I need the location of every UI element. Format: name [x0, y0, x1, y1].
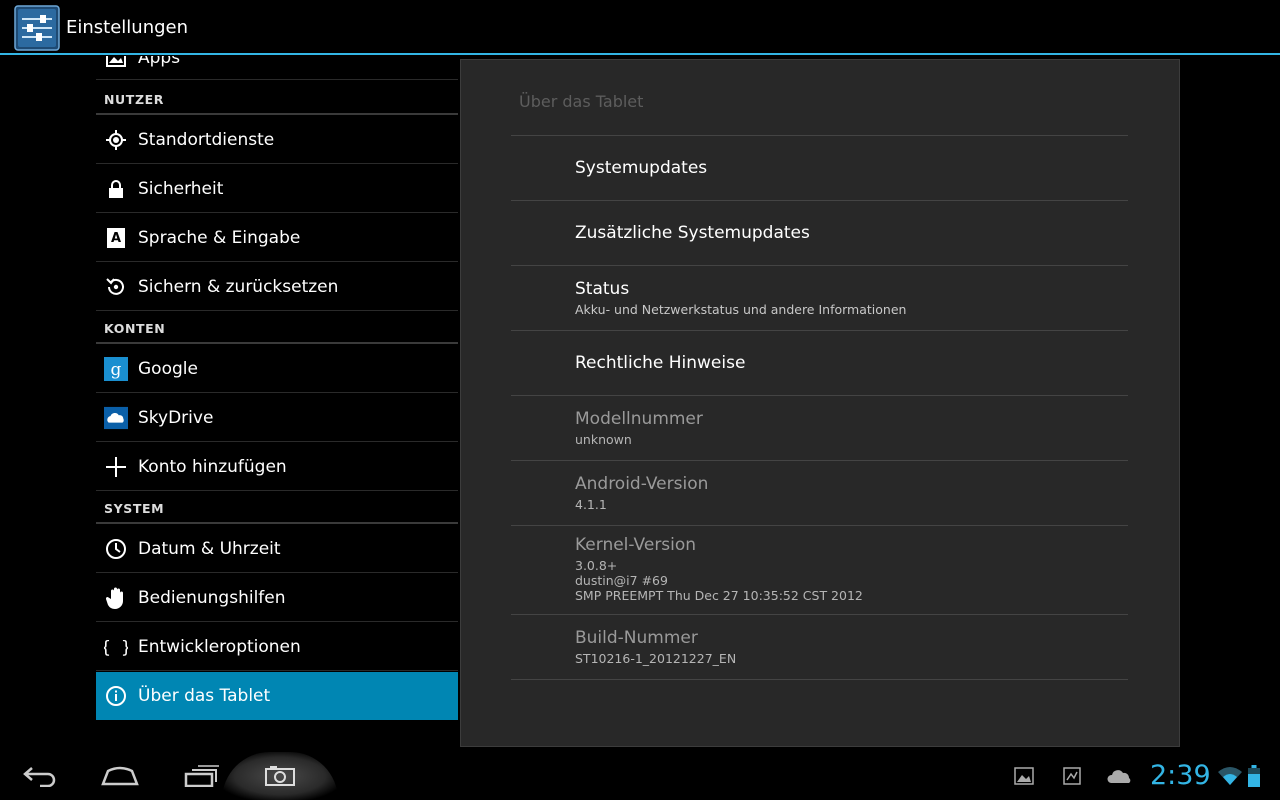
pref-summary-line: 3.0.8+	[575, 558, 618, 573]
pref-android-version: Android-Version 4.1.1	[575, 474, 708, 512]
cloud-notification-icon[interactable]	[1106, 752, 1134, 800]
sidebar-item-standortdienste[interactable]: Standortdienste	[96, 116, 458, 164]
sidebar-item-label: Bedienungshilfen	[138, 588, 286, 608]
breadcrumb: Über das Tablet	[519, 92, 644, 111]
google-icon: g	[104, 357, 128, 381]
pref-status[interactable]: Status Akku- und Netzwerkstatus und ande…	[575, 279, 906, 317]
sidebar-item-ueber-das-tablet[interactable]: Über das Tablet	[96, 672, 458, 720]
sidebar-item-konto-hinzufuegen[interactable]: Konto hinzufügen	[96, 443, 458, 491]
divider	[511, 679, 1128, 680]
divider	[511, 614, 1128, 615]
pref-title: Modellnummer	[575, 409, 703, 429]
about-tablet-panel: Über das Tablet Systemupdates Zusätzlich…	[460, 59, 1180, 747]
sidebar-item-label: Apps	[138, 56, 181, 68]
pref-title: Status	[575, 279, 630, 299]
pref-title: Build-Nummer	[575, 628, 698, 648]
divider	[511, 135, 1128, 136]
svg-text:A: A	[111, 231, 121, 246]
system-navigation-bar: 2:39	[0, 752, 1280, 800]
lock-icon	[104, 177, 128, 201]
language-icon: A	[104, 226, 128, 250]
pref-title: Android-Version	[575, 474, 709, 494]
pref-title: Kernel-Version	[575, 535, 697, 555]
back-icon[interactable]	[18, 752, 62, 800]
sidebar-item-entwickleroptionen[interactable]: { } Entwickleroptionen	[96, 623, 458, 671]
sidebar-item-label: Sicherheit	[138, 179, 224, 199]
section-header-konten: KONTEN	[104, 321, 166, 336]
section-header-nutzer: NUTZER	[104, 92, 164, 107]
sidebar-item-skydrive[interactable]: SkyDrive	[96, 394, 458, 442]
section-header-system: SYSTEM	[104, 501, 165, 516]
sidebar-item-sprache-eingabe[interactable]: A Sprache & Eingabe	[96, 214, 458, 262]
pref-title: Zusätzliche Systemupdates	[575, 223, 810, 243]
section-divider	[96, 522, 458, 524]
action-bar-divider	[0, 53, 1280, 55]
sidebar-item-apps[interactable]: Apps	[96, 56, 458, 80]
pref-zusaetzliche-systemupdates[interactable]: Zusätzliche Systemupdates	[575, 223, 810, 243]
sidebar-item-label: Konto hinzufügen	[138, 457, 287, 477]
pref-kernel-version: Kernel-Version 3.0.8+ dustin@i7 #69 SMP …	[575, 535, 863, 603]
sidebar-item-label: Datum & Uhrzeit	[138, 539, 281, 559]
divider	[511, 395, 1128, 396]
status-clock[interactable]: 2:39	[1150, 760, 1211, 791]
divider	[511, 330, 1128, 331]
pref-summary-line: SMP PREEMPT Thu Dec 27 10:35:52 CST 2012	[575, 588, 863, 603]
svg-text:g: g	[111, 360, 122, 380]
pref-title: Rechtliche Hinweise	[575, 353, 746, 373]
clock-icon	[104, 537, 128, 561]
sidebar-item-bedienungshilfen[interactable]: Bedienungshilfen	[96, 574, 458, 622]
divider	[511, 265, 1128, 266]
sidebar-item-label: Über das Tablet	[138, 686, 271, 706]
action-bar: Einstellungen	[0, 0, 1280, 56]
sidebar-item-label: Sichern & zurücksetzen	[138, 277, 339, 297]
pref-summary-line: dustin@i7 #69	[575, 573, 668, 588]
sidebar-item-label: Google	[138, 359, 198, 379]
info-icon	[104, 684, 128, 708]
settings-sliders-icon[interactable]	[14, 5, 60, 51]
section-divider	[96, 342, 458, 344]
skydrive-icon	[104, 406, 128, 430]
hand-icon	[104, 586, 128, 610]
gallery-notification-icon[interactable]	[1012, 752, 1036, 800]
backup-restore-icon	[104, 275, 128, 299]
camera-icon[interactable]	[258, 752, 302, 800]
pref-summary: 4.1.1	[575, 497, 607, 512]
pref-modellnummer: Modellnummer unknown	[575, 409, 703, 447]
pref-rechtliche-hinweise[interactable]: Rechtliche Hinweise	[575, 353, 745, 373]
plus-icon	[104, 455, 128, 479]
sidebar-item-label: SkyDrive	[138, 408, 214, 428]
divider	[511, 525, 1128, 526]
sidebar-item-sicherheit[interactable]: Sicherheit	[96, 165, 458, 213]
pref-summary: Akku- und Netzwerkstatus und andere Info…	[575, 302, 907, 317]
apps-icon	[104, 56, 128, 70]
recent-apps-icon[interactable]	[180, 752, 224, 800]
home-icon[interactable]	[98, 752, 142, 800]
sidebar-item-datum-uhrzeit[interactable]: Datum & Uhrzeit	[96, 525, 458, 573]
sidebar-item-google[interactable]: g Google	[96, 345, 458, 393]
sidebar-item-label: Entwickleroptionen	[138, 637, 301, 657]
pref-title: Systemupdates	[575, 158, 708, 178]
sidebar-item-label: Standortdienste	[138, 130, 275, 150]
app-title: Einstellungen	[66, 17, 189, 38]
battery-icon	[1246, 752, 1262, 800]
settings-headers-list[interactable]: Apps NUTZER Standortdienste Sicherheit A…	[96, 56, 458, 752]
wifi-icon	[1216, 752, 1244, 800]
divider	[511, 200, 1128, 201]
location-icon	[104, 128, 128, 152]
pref-summary: ST10216-1_20121227_EN	[575, 651, 737, 666]
image-notification-icon[interactable]	[1060, 752, 1084, 800]
divider	[511, 460, 1128, 461]
pref-summary: unknown	[575, 432, 632, 447]
braces-icon: { }	[104, 635, 128, 659]
pref-build-nummer: Build-Nummer ST10216-1_20121227_EN	[575, 628, 736, 666]
svg-text:{ }: { }	[104, 638, 128, 658]
sidebar-item-sichern-zuruecksetzen[interactable]: Sichern & zurücksetzen	[96, 263, 458, 311]
section-divider	[96, 113, 458, 115]
pref-systemupdates[interactable]: Systemupdates	[575, 158, 707, 178]
sidebar-item-label: Sprache & Eingabe	[138, 228, 301, 248]
